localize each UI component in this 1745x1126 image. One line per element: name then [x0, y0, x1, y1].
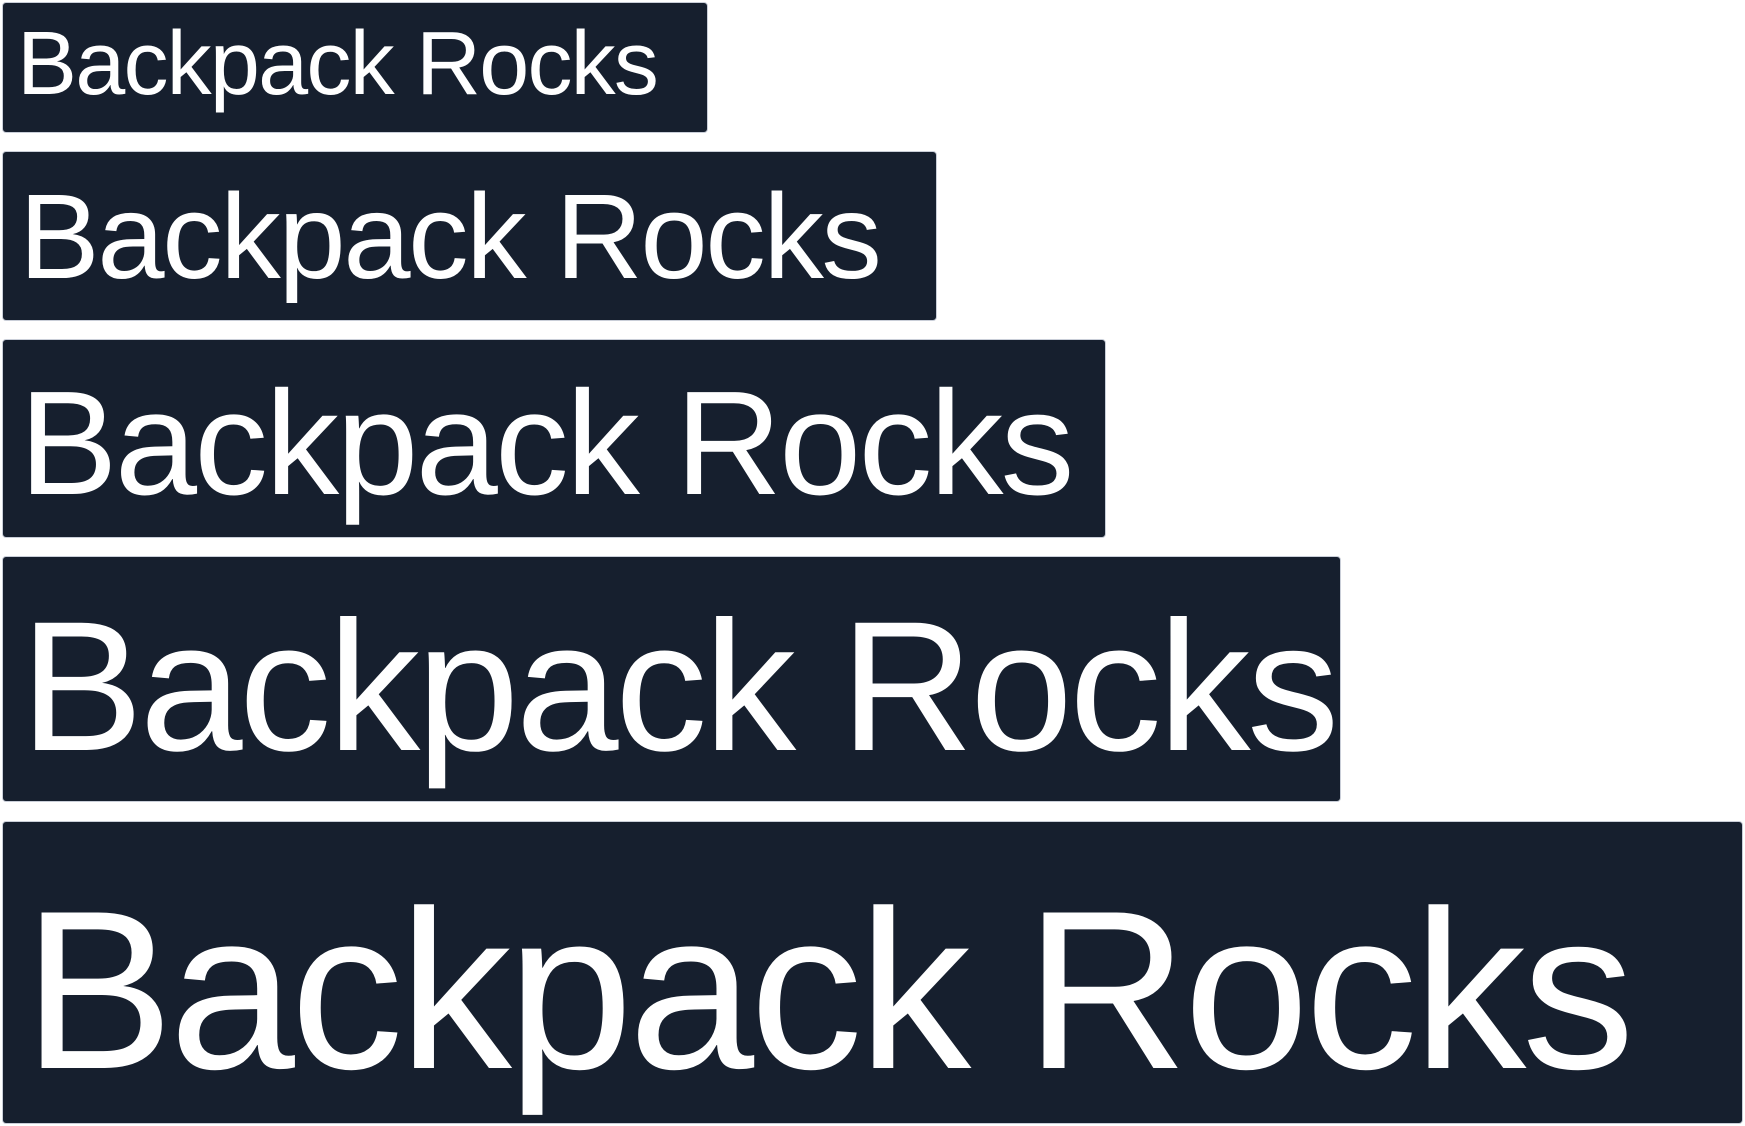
- specimen-text: Backpack Rocks: [20, 584, 1339, 790]
- type-specimen-4: Backpack Rocks: [2, 556, 1341, 802]
- specimen-text: Backpack Rocks: [23, 863, 1635, 1116]
- type-specimen-5: Backpack Rocks: [2, 821, 1743, 1124]
- type-specimen-2: Backpack Rocks: [2, 151, 937, 321]
- type-specimen-3: Backpack Rocks: [2, 339, 1106, 538]
- specimen-text: Backpack Rocks: [19, 361, 1074, 526]
- specimen-text: Backpack Rocks: [17, 14, 659, 114]
- specimen-text: Backpack Rocks: [19, 168, 882, 304]
- type-specimen-1: Backpack Rocks: [2, 2, 708, 133]
